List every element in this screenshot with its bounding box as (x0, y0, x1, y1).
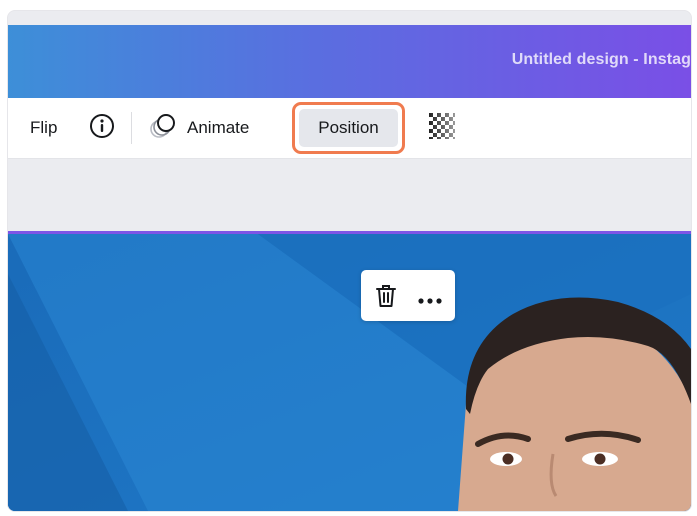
toolbar-divider (131, 112, 132, 144)
info-button[interactable] (88, 98, 116, 158)
position-button-highlight: Position (292, 102, 405, 154)
animate-button[interactable]: Animate (149, 98, 249, 158)
portrait-photo[interactable] (8, 234, 691, 511)
more-dots-icon[interactable] (417, 292, 443, 310)
context-toolbar: Flip Animate Position (8, 98, 691, 159)
animate-icon (149, 112, 177, 145)
transparency-icon (429, 112, 455, 144)
person-head (458, 297, 691, 511)
animate-label: Animate (187, 118, 250, 137)
top-header-bar: Untitled design - Instag (8, 25, 691, 98)
info-icon (89, 113, 115, 144)
flip-button[interactable]: Flip (30, 98, 57, 158)
design-title[interactable]: Untitled design - Instag (512, 51, 691, 69)
position-label: Position (318, 118, 379, 137)
flip-label: Flip (30, 118, 58, 137)
editor-window: Untitled design - Instag Flip Animate Po… (7, 10, 692, 512)
design-canvas[interactable] (8, 231, 691, 511)
transparency-button[interactable] (429, 98, 455, 158)
floating-element-menu (361, 270, 455, 321)
trash-icon[interactable] (374, 283, 398, 314)
position-button[interactable]: Position (299, 109, 398, 147)
